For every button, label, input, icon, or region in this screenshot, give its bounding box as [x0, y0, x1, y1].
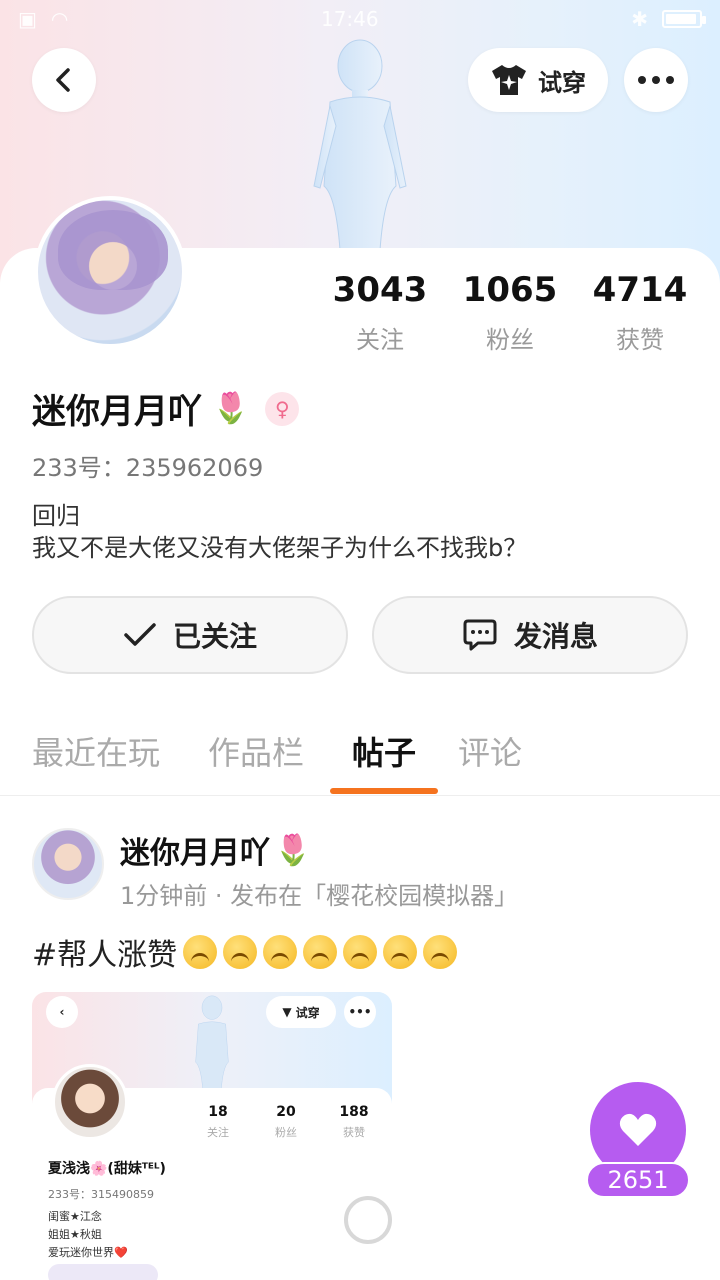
followed-label: 已关注 — [172, 620, 257, 653]
tshirt-icon: ▼ — [282, 1005, 292, 1019]
embed-try-on-label: 试穿 — [295, 1005, 320, 1020]
profile-username: 迷你月月吖 — [32, 392, 202, 432]
embed-stat-label: 粉丝 — [275, 1126, 297, 1139]
embed-pill — [48, 1264, 158, 1280]
upside-down-face-icon — [183, 935, 218, 969]
post-author-avatar[interactable] — [32, 828, 104, 900]
sim-icon: ▣ — [18, 7, 37, 31]
profile-bio: 回归 我又不是大佬又没有大佬架子为什么不找我b？ — [32, 500, 527, 564]
heart-icon — [619, 1113, 657, 1146]
stat-following-value: 3043 — [332, 270, 428, 310]
status-time: 17:46 — [320, 7, 379, 31]
embed-bio: 闺蜜★江念 姐姐★秋姐 爱玩迷你世界❤️ — [48, 1208, 128, 1262]
upside-down-face-icon — [343, 935, 378, 969]
upside-down-face-icon — [423, 935, 458, 969]
upside-down-face-icon — [303, 935, 338, 969]
battery-icon — [661, 10, 706, 28]
send-message-button[interactable]: 发消息 — [372, 596, 688, 674]
profile-uid: 233号：235962069 — [32, 454, 264, 482]
post-meta: 1分钟前 · 发布在「樱花校园模拟器」 — [120, 882, 519, 910]
stat-followers-label: 粉丝 — [486, 326, 534, 354]
bio-line: 我又不是大佬又没有大佬架子为什么不找我b？ — [32, 534, 528, 562]
checkmark-icon — [124, 623, 156, 646]
mannequin-avatar-image — [313, 39, 407, 251]
tulip-icon: 🌷 — [212, 391, 250, 426]
send-message-label: 发消息 — [513, 620, 598, 653]
bio-line: 回归 — [32, 502, 80, 530]
embed-try-on-button: ▼ 试穿 — [266, 996, 336, 1028]
profile-tabs: 最近在玩 作品栏 帖子 评论 — [0, 722, 720, 796]
embed-stat-followers: 20 粉丝 — [256, 1104, 316, 1140]
wifi-icon: ◠ — [50, 7, 69, 31]
embed-avatar — [52, 1064, 128, 1140]
tulip-icon: 🌷 — [274, 832, 312, 868]
embed-username: 夏浅浅🌸(甜妹ᵀᴱᴸ) — [48, 1161, 166, 1177]
more-options-button[interactable] — [624, 48, 688, 112]
post-hashtag[interactable]: #帮人涨赞 — [32, 930, 177, 974]
embed-stat-likes: 188 获赞 — [324, 1104, 384, 1140]
post-author-name: 迷你月月吖 — [120, 836, 270, 871]
mannequin-avatar-image — [195, 995, 229, 1092]
embed-stat-value: 18 — [208, 1104, 228, 1120]
chat-bubble-icon — [463, 619, 497, 651]
upside-down-face-icon — [263, 935, 298, 969]
stat-followers-value: 1065 — [462, 270, 558, 310]
tab-comments[interactable]: 评论 — [458, 728, 522, 774]
try-on-button[interactable]: 试穿 — [468, 48, 608, 112]
embed-stat-following: 18 关注 — [188, 1104, 248, 1140]
more-dots-icon — [638, 76, 674, 84]
tshirt-icon — [492, 65, 526, 95]
stat-following-label: 关注 — [356, 326, 404, 354]
try-on-label: 试穿 — [538, 68, 586, 97]
floating-home-button[interactable] — [344, 1196, 392, 1244]
embed-stat-value: 20 — [276, 1104, 296, 1120]
back-button[interactable] — [32, 48, 96, 112]
stat-likes[interactable]: 4714 获赞 — [580, 270, 700, 355]
embed-bio-line: 姐姐★秋姐 — [48, 1228, 102, 1241]
embed-stat-value: 188 — [339, 1104, 369, 1120]
username-row: 迷你月月吖 🌷 ♀ — [32, 384, 300, 433]
followed-button[interactable]: 已关注 — [32, 596, 348, 674]
embed-back-icon: ‹ — [46, 996, 78, 1028]
embed-stat-label: 关注 — [207, 1126, 229, 1139]
embed-stat-label: 获赞 — [343, 1126, 365, 1139]
status-bar: ▣ ◠ 17:46 ✱ — [0, 0, 720, 38]
back-arrow-icon — [56, 68, 70, 92]
profile-stats: 3043 关注 1065 粉丝 4714 获赞 — [320, 270, 700, 355]
post-author-name-row[interactable]: 迷你月月吖 🌷 — [120, 828, 311, 872]
tab-recently-played[interactable]: 最近在玩 — [32, 728, 160, 774]
embed-bio-line: 闺蜜★江念 — [48, 1210, 102, 1223]
embed-more-icon: ••• — [344, 996, 376, 1028]
status-right: ✱ — [631, 7, 706, 31]
tab-posts[interactable]: 帖子 — [352, 728, 416, 774]
embed-bio-line: 爱玩迷你世界❤️ — [48, 1246, 128, 1259]
active-tab-indicator — [330, 788, 438, 794]
stat-followers[interactable]: 1065 粉丝 — [450, 270, 570, 355]
stat-following[interactable]: 3043 关注 — [320, 270, 440, 355]
stat-likes-value: 4714 — [592, 270, 688, 310]
bluetooth-icon: ✱ — [631, 7, 648, 31]
like-count: 2651 — [586, 1162, 690, 1198]
post-image[interactable]: ‹ ▼ 试穿 ••• 18 关注 20 粉丝 188 获赞 夏浅浅🌸(甜妹ᵀᴱᴸ… — [32, 992, 392, 1280]
tab-works[interactable]: 作品栏 — [208, 728, 304, 774]
status-left: ▣ ◠ — [18, 7, 68, 31]
upside-down-face-icon — [223, 935, 258, 969]
post-text: #帮人涨赞 — [32, 930, 458, 974]
female-gender-icon: ♀ — [265, 391, 300, 426]
profile-avatar[interactable] — [34, 196, 186, 348]
stat-likes-label: 获赞 — [616, 326, 664, 354]
upside-down-face-icon — [383, 935, 418, 969]
embed-uid: 233号：315490859 — [48, 1188, 154, 1201]
